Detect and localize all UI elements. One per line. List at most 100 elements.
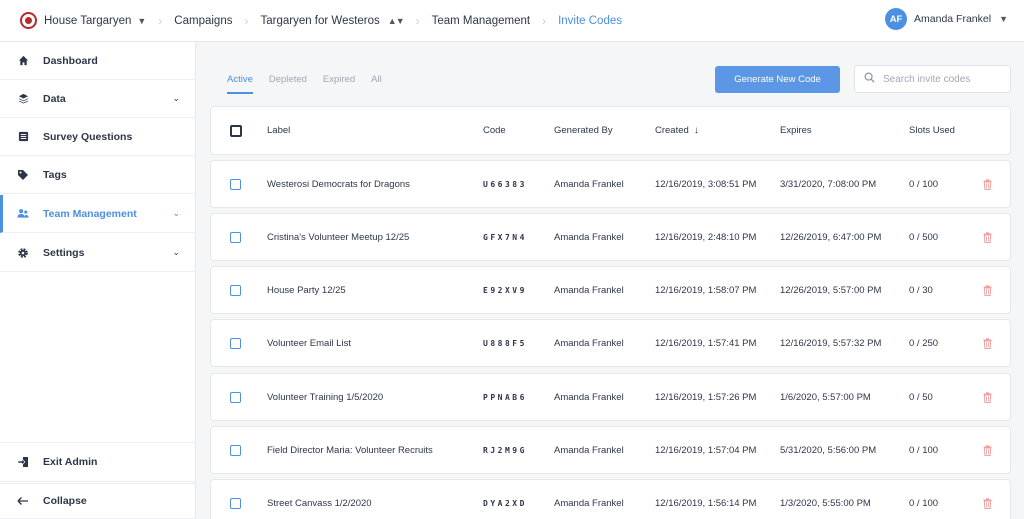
chevron-down-icon[interactable]: ⌄ — [172, 247, 180, 258]
row-checkbox[interactable] — [230, 444, 241, 456]
trash-icon[interactable] — [983, 480, 992, 519]
generate-new-code-button[interactable]: Generate New Code — [715, 66, 840, 93]
updown-chevron-icon[interactable]: ▲▼ — [388, 16, 405, 26]
team-icon — [17, 208, 29, 220]
exit-admin-button[interactable]: Exit Admin — [0, 442, 196, 482]
sidebar-item-team-management[interactable]: Team Management ⌄ — [0, 195, 196, 233]
user-name[interactable]: Amanda Frankel — [914, 13, 991, 25]
breadcrumb-org[interactable]: House Targaryen — [44, 15, 131, 27]
column-header-created-label: Created — [655, 125, 689, 136]
row-code: U888F5 — [483, 338, 527, 348]
row-checkbox[interactable] — [230, 497, 241, 509]
table-row[interactable]: Field Director Maria: Volunteer Recruits… — [210, 426, 1011, 474]
row-checkbox[interactable] — [230, 337, 241, 349]
row-created: 12/16/2019, 1:57:04 PM — [655, 444, 757, 456]
sidebar-item-tags[interactable]: Tags — [0, 156, 196, 194]
row-created: 12/16/2019, 1:58:07 PM — [655, 284, 757, 296]
arrow-left-icon — [17, 495, 29, 507]
breadcrumb-separator-icon: › — [158, 13, 163, 28]
row-expires: 3/31/2020, 7:08:00 PM — [780, 178, 877, 190]
column-header-slots-used[interactable]: Slots Used — [909, 107, 955, 154]
select-all-checkbox[interactable] — [230, 124, 242, 137]
row-code: E92XV9 — [483, 285, 527, 295]
table-row[interactable]: Cristina's Volunteer Meetup 12/25 GFX7N4 A… — [210, 213, 1011, 261]
table-row[interactable]: Volunteer Email List U888F5 Amanda Frankel… — [210, 319, 1011, 367]
layers-icon — [17, 93, 29, 105]
tab-all[interactable]: All — [371, 74, 382, 94]
chevron-down-icon[interactable]: ▼ — [137, 16, 146, 26]
row-code: PPNAB6 — [483, 392, 527, 402]
list-icon — [17, 131, 29, 143]
trash-icon[interactable] — [983, 374, 992, 420]
row-slots-used: 0 / 100 — [909, 444, 939, 456]
breadcrumb: House Targaryen ▼ › Campaigns › Targarye… — [0, 0, 622, 42]
trash-icon[interactable] — [983, 214, 992, 260]
trash-icon[interactable] — [983, 427, 992, 473]
avatar[interactable]: AF — [885, 8, 908, 30]
row-label: Street Canvass 1/2/2020 — [267, 497, 372, 509]
sidebar: Dashboard Data ⌄ Survey Questions Tags T… — [0, 42, 196, 519]
row-checkbox[interactable] — [230, 284, 241, 296]
column-header-expires[interactable]: Expires — [780, 107, 812, 154]
column-header-generated-by[interactable]: Generated By — [554, 107, 613, 154]
search-icon — [864, 70, 875, 88]
collapse-label: Collapse — [43, 495, 87, 507]
tags-icon — [17, 169, 29, 181]
trash-icon[interactable] — [983, 320, 992, 366]
tab-expired[interactable]: Expired — [323, 74, 355, 94]
tab-depleted[interactable]: Depleted — [269, 74, 307, 94]
row-checkbox[interactable] — [230, 231, 241, 243]
column-header-code[interactable]: Code — [483, 107, 506, 154]
tab-active[interactable]: Active — [227, 74, 253, 94]
sidebar-item-survey-questions[interactable]: Survey Questions — [0, 118, 196, 156]
table-row[interactable]: House Party 12/25 E92XV9 Amanda Frankel 12/… — [210, 266, 1011, 314]
row-expires: 12/26/2019, 6:47:00 PM — [780, 231, 882, 243]
row-label: House Party 12/25 — [267, 284, 346, 296]
row-select-cell — [230, 480, 241, 519]
trash-icon[interactable] — [983, 267, 992, 313]
table-row[interactable]: Westerosi Democrats for Dragons U66383 Ama… — [210, 160, 1011, 208]
row-generated-by: Amanda Frankel — [554, 337, 624, 349]
trash-icon[interactable] — [983, 161, 992, 207]
user-menu[interactable]: AF Amanda Frankel ▼ — [885, 8, 1008, 30]
breadcrumb-separator-icon: › — [415, 13, 420, 28]
table-row[interactable]: Volunteer Training 1/5/2020 PPNAB6 Amanda … — [210, 373, 1011, 421]
row-checkbox[interactable] — [230, 178, 241, 190]
home-icon — [17, 55, 29, 67]
row-label: Cristina's Volunteer Meetup 12/25 — [267, 231, 410, 243]
sidebar-item-data[interactable]: Data ⌄ — [0, 80, 196, 118]
row-select-cell — [230, 320, 241, 366]
row-expires: 12/16/2019, 5:57:32 PM — [780, 337, 882, 349]
column-header-created[interactable]: Created ↓ — [655, 107, 699, 154]
row-slots-used: 0 / 100 — [909, 178, 939, 190]
sidebar-item-dashboard[interactable]: Dashboard — [0, 42, 196, 80]
breadcrumb-current: Invite Codes — [558, 14, 622, 27]
breadcrumb-campaign[interactable]: Targaryen for Westeros — [260, 15, 379, 27]
search-input[interactable] — [883, 73, 1003, 85]
row-generated-by: Amanda Frankel — [554, 391, 624, 403]
sort-arrow-down-icon[interactable]: ↓ — [694, 125, 699, 136]
breadcrumb-team[interactable]: Team Management — [432, 15, 530, 27]
row-expires: 1/6/2020, 5:57:00 PM — [780, 391, 871, 403]
row-code: DYA2XD — [483, 498, 527, 508]
select-all-cell — [230, 107, 242, 154]
table-row[interactable]: Street Canvass 1/2/2020 DYA2XD Amanda Fran… — [210, 479, 1011, 519]
breadcrumb-campaigns[interactable]: Campaigns — [174, 15, 232, 27]
row-code: RJ2M9G — [483, 445, 527, 455]
sidebar-item-label: Data — [43, 92, 66, 105]
chevron-down-icon[interactable]: ⌄ — [172, 208, 180, 219]
row-expires: 1/3/2020, 5:55:00 PM — [780, 497, 871, 509]
sidebar-item-settings[interactable]: Settings ⌄ — [0, 234, 196, 272]
chevron-down-icon[interactable]: ▼ — [999, 14, 1008, 24]
row-generated-by: Amanda Frankel — [554, 444, 624, 456]
row-slots-used: 0 / 30 — [909, 284, 933, 296]
chevron-down-icon[interactable]: ⌄ — [172, 93, 180, 104]
row-select-cell — [230, 427, 241, 473]
exit-admin-label: Exit Admin — [43, 456, 98, 468]
column-header-label[interactable]: Label — [267, 107, 290, 154]
row-label: Field Director Maria: Volunteer Recruits — [267, 444, 433, 456]
gear-icon — [17, 247, 29, 259]
collapse-button[interactable]: Collapse — [0, 483, 196, 519]
row-checkbox[interactable] — [230, 391, 241, 403]
row-select-cell — [230, 374, 241, 420]
